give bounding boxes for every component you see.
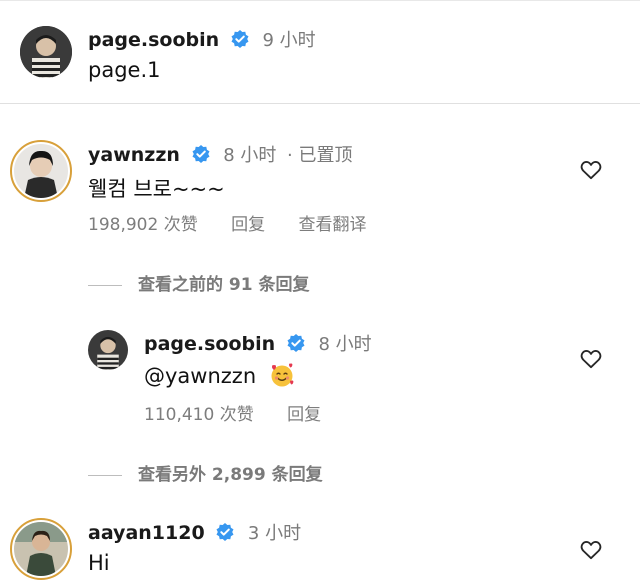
comment-time: 8 小时 — [223, 145, 277, 166]
comment-author-username[interactable]: yawnzzn — [88, 144, 180, 166]
verified-badge-icon — [216, 523, 234, 541]
mention-link[interactable]: @yawnzzn — [144, 364, 256, 388]
top-border — [0, 0, 640, 1]
avatar-photo-icon — [88, 330, 128, 370]
commenter-avatar-aayan1120[interactable] — [10, 518, 72, 580]
reply-author-username[interactable]: page.soobin — [144, 333, 275, 355]
reply-like-count[interactable]: 110,410 次赞 — [144, 405, 254, 425]
post-time: 9 小时 — [262, 30, 316, 51]
verified-badge-icon — [287, 334, 305, 352]
see-translation-button[interactable]: 查看翻译 — [299, 215, 367, 235]
verified-badge-icon — [231, 30, 249, 48]
avatar-photo-icon — [20, 26, 72, 78]
post-divider — [0, 103, 640, 104]
reply-text-row: @yawnzzn — [144, 362, 295, 388]
comment-author-row: yawnzzn 8 小时 · 已置顶 — [88, 141, 352, 167]
comment2-text: Hi — [88, 551, 110, 575]
like-heart-icon[interactable] — [580, 160, 602, 180]
comment-text: 웰컴 브로~~~ — [88, 177, 225, 201]
post-author-avatar[interactable] — [20, 26, 72, 78]
like-heart-icon[interactable] — [580, 349, 602, 369]
view-more-label: 查看另外 2,899 条回复 — [138, 465, 323, 485]
thread-line — [88, 284, 122, 286]
comment-actions: 198,902 次赞 回复 查看翻译 — [88, 210, 395, 235]
reply-author-row: page.soobin 8 小时 — [144, 330, 372, 356]
verified-badge-icon — [192, 145, 210, 163]
reply-time: 8 小时 — [318, 334, 372, 355]
reply-button[interactable]: 回复 — [231, 215, 265, 235]
avatar-photo-icon — [14, 144, 68, 198]
comment2-time: 3 小时 — [247, 523, 302, 544]
pinned-label: · 已置顶 — [287, 145, 353, 166]
view-previous-label: 查看之前的 91 条回复 — [138, 275, 310, 295]
view-more-replies[interactable]: 查看另外 2,899 条回复 — [88, 460, 323, 485]
comment2-author-username[interactable]: aayan1120 — [88, 522, 205, 544]
avatar-photo-icon — [14, 522, 68, 576]
reply-author-avatar[interactable] — [88, 330, 128, 370]
post-caption: page.1 — [88, 58, 161, 82]
like-heart-icon[interactable] — [580, 540, 602, 560]
smiling-face-with-hearts-icon — [271, 363, 294, 387]
thread-line — [88, 474, 122, 476]
post-author-username[interactable]: page.soobin — [88, 29, 219, 51]
like-count[interactable]: 198,902 次赞 — [88, 215, 198, 235]
view-previous-replies[interactable]: 查看之前的 91 条回复 — [88, 270, 310, 295]
reply-actions: 110,410 次赞 回复 — [144, 400, 349, 425]
reply-reply-button[interactable]: 回复 — [287, 405, 321, 425]
commenter-avatar-yawnzzn[interactable] — [10, 140, 72, 202]
comment2-author-row: aayan1120 3 小时 — [88, 519, 301, 545]
post-author-row: page.soobin 9 小时 — [88, 26, 316, 52]
